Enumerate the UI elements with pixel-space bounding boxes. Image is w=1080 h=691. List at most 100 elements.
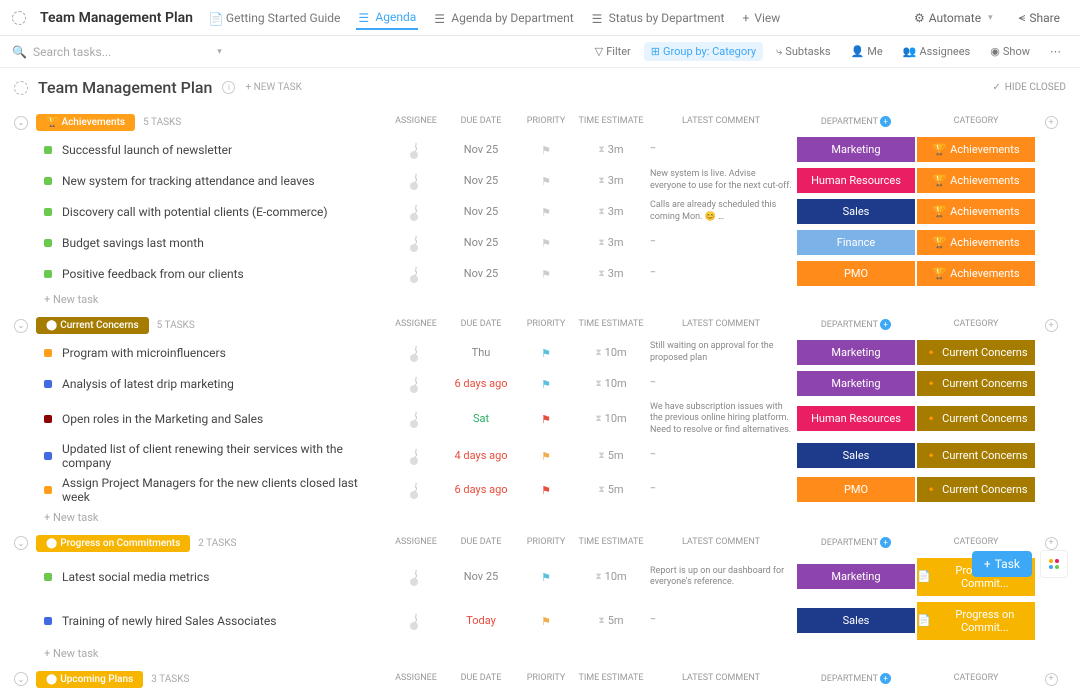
due-date-cell[interactable]: Sat [446, 412, 516, 425]
priority-cell[interactable]: ⚑ [516, 614, 576, 628]
priority-cell[interactable]: ⚑ [516, 570, 576, 584]
assignee-cell[interactable] [386, 346, 446, 360]
department-cell[interactable]: Finance [796, 230, 916, 255]
task-row[interactable]: Successful launch of newsletter Nov 25 ⚑… [0, 134, 1080, 165]
show-button[interactable]: ◉Show [983, 42, 1037, 61]
department-cell[interactable]: Human Resources [796, 406, 916, 431]
time-estimate-cell[interactable]: ⧗3m [576, 143, 646, 156]
filter-button[interactable]: ▽Filter [588, 42, 638, 61]
tab-agenda-dept[interactable]: ☰Agenda by Department [432, 7, 575, 29]
add-icon[interactable]: + [880, 116, 891, 127]
fab-apps-button[interactable] [1040, 550, 1068, 578]
department-cell[interactable]: Marketing [796, 371, 916, 396]
add-icon[interactable]: + [880, 537, 891, 548]
task-row[interactable]: Program with microinfluencers Thu ⚑ ⧗10m… [0, 337, 1080, 368]
section-toggle[interactable]: ⌄ [14, 319, 28, 333]
priority-cell[interactable]: ⚑ [516, 346, 576, 360]
assignee-cell[interactable] [386, 236, 446, 250]
assignee-cell[interactable] [386, 483, 446, 497]
time-estimate-cell[interactable]: ⧗5m [576, 483, 646, 496]
task-row[interactable]: Open roles in the Marketing and Sales Sa… [0, 399, 1080, 439]
task-row[interactable]: Training of newly hired Sales Associates… [0, 599, 1080, 643]
section-toggle[interactable]: ⌄ [14, 536, 28, 550]
time-estimate-cell[interactable]: ⧗3m [576, 205, 646, 218]
due-date-cell[interactable]: 6 days ago [446, 377, 516, 390]
department-cell[interactable]: Marketing [796, 137, 916, 162]
search-input[interactable]: 🔍 Search tasks... ▾ [12, 45, 588, 59]
due-date-cell[interactable]: Today [446, 614, 516, 627]
share-button[interactable]: ⪪Share [1011, 7, 1068, 28]
priority-cell[interactable]: ⚑ [516, 267, 576, 281]
time-estimate-cell[interactable]: ⧗5m [576, 614, 646, 627]
department-cell[interactable]: Sales [796, 199, 916, 224]
info-icon[interactable]: i [222, 81, 235, 94]
section-toggle[interactable]: ⌄ [14, 672, 28, 686]
task-row[interactable]: Assign Project Managers for the new clie… [0, 473, 1080, 507]
priority-cell[interactable]: ⚑ [516, 483, 576, 497]
category-cell[interactable]: 🔸Current Concerns [916, 477, 1036, 502]
category-cell[interactable]: 🏆Achievements [916, 230, 1036, 255]
assignee-cell[interactable] [386, 449, 446, 463]
assignees-button[interactable]: 👥Assignees [896, 42, 978, 61]
new-task-row[interactable]: + New task [0, 289, 1080, 310]
assignee-cell[interactable] [386, 377, 446, 391]
task-row[interactable]: Budget savings last month Nov 25 ⚑ ⧗3m –… [0, 227, 1080, 258]
assignee-cell[interactable] [386, 614, 446, 628]
due-date-cell[interactable]: Nov 25 [446, 174, 516, 187]
due-date-cell[interactable]: Nov 25 [446, 236, 516, 249]
section-badge[interactable]: ⬤Upcoming Plans [36, 671, 143, 688]
category-cell[interactable]: 🔸Current Concerns [916, 371, 1036, 396]
add-icon[interactable]: + [880, 319, 891, 330]
time-estimate-cell[interactable]: ⧗10m [576, 570, 646, 583]
due-date-cell[interactable]: Nov 25 [446, 570, 516, 583]
priority-cell[interactable]: ⚑ [516, 143, 576, 157]
category-cell[interactable]: 🔸Current Concerns [916, 340, 1036, 365]
due-date-cell[interactable]: Nov 25 [446, 205, 516, 218]
department-cell[interactable]: Sales [796, 443, 916, 468]
due-date-cell[interactable]: Nov 25 [446, 267, 516, 280]
col-add[interactable]: + [1036, 673, 1066, 686]
assignee-cell[interactable] [386, 412, 446, 426]
category-cell[interactable]: 🏆Achievements [916, 199, 1036, 224]
task-row[interactable]: New system for tracking attendance and l… [0, 165, 1080, 196]
due-date-cell[interactable]: Thu [446, 346, 516, 359]
time-estimate-cell[interactable]: ⧗10m [576, 377, 646, 390]
task-row[interactable]: Latest social media metrics Nov 25 ⚑ ⧗10… [0, 555, 1080, 599]
category-cell[interactable]: 🔸Current Concerns [916, 443, 1036, 468]
time-estimate-cell[interactable]: ⧗3m [576, 236, 646, 249]
department-cell[interactable]: Marketing [796, 340, 916, 365]
task-row[interactable]: Analysis of latest drip marketing 6 days… [0, 368, 1080, 399]
priority-cell[interactable]: ⚑ [516, 412, 576, 426]
new-task-link[interactable]: + NEW TASK [245, 82, 301, 93]
department-cell[interactable]: Human Resources [796, 168, 916, 193]
add-icon[interactable]: + [880, 673, 891, 684]
section-badge[interactable]: 🏆Achievements [36, 114, 135, 131]
section-badge[interactable]: ⬤Progress on Commitments [36, 535, 190, 552]
time-estimate-cell[interactable]: ⧗3m [576, 267, 646, 280]
subtasks-button[interactable]: ⤷Subtasks [769, 42, 837, 62]
category-cell[interactable]: 🔸Current Concerns [916, 406, 1036, 431]
priority-cell[interactable]: ⚑ [516, 449, 576, 463]
hide-closed-toggle[interactable]: ✓HIDE CLOSED [992, 82, 1066, 93]
fab-task-button[interactable]: +Task [972, 551, 1032, 577]
priority-cell[interactable]: ⚑ [516, 205, 576, 219]
assignee-cell[interactable] [386, 267, 446, 281]
priority-cell[interactable]: ⚑ [516, 236, 576, 250]
time-estimate-cell[interactable]: ⧗3m [576, 174, 646, 187]
section-badge[interactable]: ⬤Current Concerns [36, 317, 149, 334]
tab-agenda[interactable]: ☰Agenda [356, 6, 418, 30]
add-view[interactable]: +View [741, 7, 783, 29]
assignee-cell[interactable] [386, 174, 446, 188]
category-cell[interactable]: 🏆Achievements [916, 261, 1036, 286]
priority-cell[interactable]: ⚑ [516, 377, 576, 391]
category-cell[interactable]: 🏆Achievements [916, 168, 1036, 193]
department-cell[interactable]: PMO [796, 261, 916, 286]
me-button[interactable]: 👤Me [844, 42, 890, 61]
time-estimate-cell[interactable]: ⧗10m [576, 412, 646, 425]
col-add[interactable]: + [1036, 116, 1066, 129]
category-cell[interactable]: 🏆Achievements [916, 137, 1036, 162]
category-cell[interactable]: 📄Progress on Commit... [916, 602, 1036, 640]
department-cell[interactable]: PMO [796, 477, 916, 502]
due-date-cell[interactable]: 4 days ago [446, 449, 516, 462]
task-row[interactable]: Discovery call with potential clients (E… [0, 196, 1080, 227]
